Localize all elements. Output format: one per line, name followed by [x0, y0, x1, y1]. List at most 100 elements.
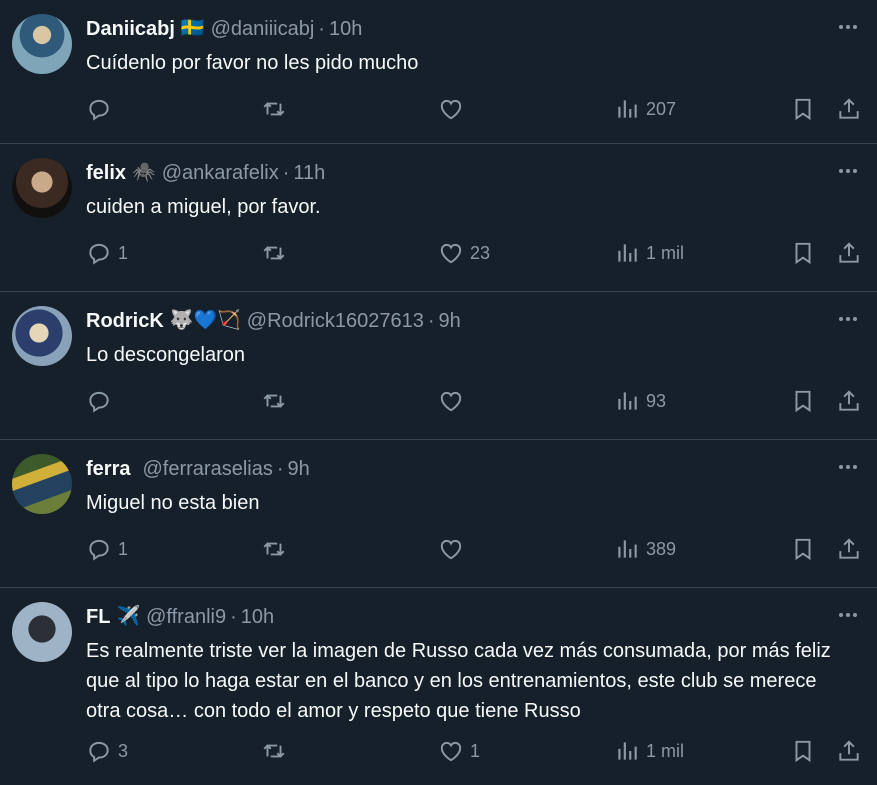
- retweet-icon: [263, 744, 285, 758]
- timestamp[interactable]: 9h: [439, 308, 461, 334]
- views-icon: [618, 540, 637, 558]
- like-button[interactable]: [438, 536, 470, 562]
- retweet-icon: [263, 246, 285, 260]
- bookmark-button[interactable]: [790, 96, 816, 122]
- author-handle[interactable]: @daniiicabj: [211, 16, 315, 42]
- views-button[interactable]: 93: [614, 388, 666, 414]
- reply-button[interactable]: [86, 388, 118, 414]
- retweet-icon: [263, 102, 285, 116]
- tweet-text: Miguel no esta bien: [86, 492, 260, 514]
- views-button[interactable]: 389: [614, 536, 676, 562]
- timestamp[interactable]: 10h: [329, 16, 362, 42]
- retweet-icon: [263, 394, 285, 408]
- bookmark-button[interactable]: [790, 240, 816, 266]
- tweet-text: cuiden a miguel, por favor.: [86, 196, 321, 218]
- like-button[interactable]: 1: [438, 738, 480, 764]
- views-icon: [618, 100, 637, 118]
- like-button[interactable]: [438, 388, 470, 414]
- share-button[interactable]: [836, 388, 862, 414]
- action-bar: 207: [86, 94, 861, 124]
- bookmark-button[interactable]: [790, 388, 816, 414]
- tweet-header: felix 🕷️ @ankarafelix · 11h: [86, 160, 325, 186]
- like-button[interactable]: 23: [438, 240, 490, 266]
- more-icon[interactable]: [835, 158, 861, 184]
- action-bar: 1 23 1 mil: [86, 238, 861, 268]
- tweet[interactable]: ferra @ferraraselias · 9h Miguel no esta…: [0, 440, 877, 588]
- author-handle[interactable]: @ferraraselias: [142, 456, 272, 482]
- timestamp[interactable]: 10h: [241, 604, 274, 630]
- share-button[interactable]: [836, 96, 862, 122]
- views-button[interactable]: 1 mil: [614, 738, 684, 764]
- reply-button[interactable]: 3: [86, 738, 128, 764]
- like-icon: [440, 539, 462, 560]
- share-button[interactable]: [836, 240, 862, 266]
- view-count: 389: [646, 538, 677, 559]
- timestamp[interactable]: 9h: [288, 456, 310, 482]
- action-bar: 1 389: [86, 534, 861, 564]
- views-button[interactable]: 207: [614, 96, 676, 122]
- bookmark-button[interactable]: [790, 738, 816, 764]
- author-name[interactable]: RodricK: [86, 308, 164, 334]
- reply-icon: [89, 391, 109, 413]
- author-name[interactable]: FL: [86, 604, 110, 630]
- view-count: 1 mil: [646, 740, 685, 761]
- author-handle[interactable]: @Rodrick16027613: [247, 308, 424, 334]
- timestamp[interactable]: 11h: [293, 160, 325, 186]
- more-icon[interactable]: [835, 454, 861, 480]
- tweet[interactable]: Daniicabj 🇸🇪 @daniiicabj · 10h Cuídenlo …: [0, 0, 877, 144]
- like-button[interactable]: [438, 96, 470, 122]
- tweet-text: Es realmente triste ver la imagen de Rus…: [86, 640, 831, 722]
- separator: ·: [282, 162, 290, 184]
- name-badge: 🇸🇪: [180, 18, 205, 39]
- author-name[interactable]: Daniicabj: [86, 16, 175, 42]
- tweet-header: RodricK 🐺💙🏹 @Rodrick16027613 · 9h: [86, 308, 461, 334]
- view-count: 207: [646, 98, 677, 119]
- bookmark-button[interactable]: [790, 536, 816, 562]
- avatar[interactable]: [12, 454, 72, 514]
- tweet-header: ferra @ferraraselias · 9h: [86, 456, 310, 482]
- tweet[interactable]: RodricK 🐺💙🏹 @Rodrick16027613 · 9h Lo des…: [0, 292, 877, 440]
- author-handle[interactable]: @ankarafelix: [162, 160, 279, 186]
- view-count: 1 mil: [646, 242, 685, 263]
- avatar[interactable]: [12, 602, 72, 662]
- more-icon[interactable]: [835, 14, 861, 40]
- avatar[interactable]: [12, 158, 72, 218]
- reply-button[interactable]: [86, 96, 118, 122]
- retweet-button[interactable]: [261, 388, 293, 414]
- reply-count: 1: [118, 242, 129, 263]
- author-name[interactable]: ferra: [86, 456, 130, 482]
- reply-button[interactable]: 1: [86, 536, 128, 562]
- share-button[interactable]: [836, 738, 862, 764]
- reply-button[interactable]: 1: [86, 240, 128, 266]
- name-badge: 🐺💙🏹: [169, 310, 241, 331]
- more-icon[interactable]: [835, 602, 861, 628]
- views-button[interactable]: 1 mil: [614, 240, 684, 266]
- like-icon: [440, 243, 462, 264]
- avatar[interactable]: [12, 14, 72, 74]
- tweet[interactable]: felix 🕷️ @ankarafelix · 11h cuiden a mig…: [0, 144, 877, 292]
- retweet-button[interactable]: [261, 738, 293, 764]
- share-icon: [839, 740, 859, 761]
- author-name[interactable]: felix: [86, 160, 126, 186]
- separator: ·: [230, 606, 237, 628]
- reply-icon: [89, 539, 109, 561]
- name-badge: ✈️: [116, 606, 141, 627]
- retweet-button[interactable]: [261, 96, 293, 122]
- views-icon: [618, 742, 637, 760]
- author-handle[interactable]: @ffranli9: [146, 604, 226, 630]
- share-button[interactable]: [836, 536, 862, 562]
- reply-count: 3: [118, 740, 129, 761]
- separator: ·: [427, 310, 435, 332]
- tweet[interactable]: FL ✈️ @ffranli9 · 10h Es realmente trist…: [0, 588, 877, 785]
- reply-feed: Daniicabj 🇸🇪 @daniiicabj · 10h Cuídenlo …: [0, 0, 877, 785]
- share-icon: [839, 98, 859, 119]
- bookmark-icon: [795, 98, 811, 121]
- retweet-button[interactable]: [261, 240, 293, 266]
- action-bar: 93: [86, 386, 861, 416]
- share-icon: [839, 242, 859, 263]
- avatar[interactable]: [12, 306, 72, 366]
- more-icon[interactable]: [835, 306, 861, 332]
- action-bar: 3 1 1 mil: [86, 736, 861, 766]
- views-icon: [618, 244, 637, 262]
- retweet-button[interactable]: [261, 536, 293, 562]
